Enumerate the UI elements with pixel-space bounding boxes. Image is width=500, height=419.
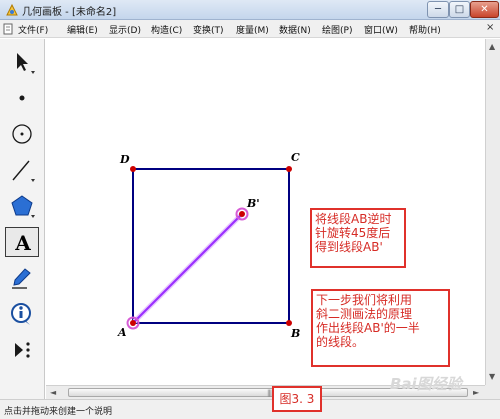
document-close-icon[interactable]: × xyxy=(486,22,494,33)
note-line: 的线段。 xyxy=(316,335,365,349)
marker-icon xyxy=(12,268,31,289)
tool-marker[interactable] xyxy=(5,263,39,293)
status-text: 点击并拖动来创建一个说明 xyxy=(4,407,113,417)
tool-point[interactable] xyxy=(5,83,39,113)
menu-graph[interactable]: 绘图(P) xyxy=(322,23,352,36)
note-line: 斜二测画法的原理 xyxy=(316,307,413,321)
label-b-prime[interactable]: B' xyxy=(246,197,260,210)
note-line: 作出线段AB'的一半 xyxy=(316,321,420,335)
scroll-right-arrow-icon[interactable]: ► xyxy=(473,388,479,397)
title-bar: 几何画板 - [未命名2] ─ □ ✕ xyxy=(0,0,500,20)
tool-text[interactable]: A xyxy=(5,227,39,257)
information-icon xyxy=(11,303,31,325)
menu-window[interactable]: 窗口(W) xyxy=(364,23,398,36)
point-b[interactable] xyxy=(286,320,292,326)
tool-custom[interactable] xyxy=(5,335,39,365)
point-d[interactable] xyxy=(130,166,136,172)
tool-straightedge[interactable] xyxy=(5,155,39,185)
tool-polygon[interactable] xyxy=(5,191,39,221)
minimize-button[interactable]: ─ xyxy=(427,1,449,18)
menu-display[interactable]: 显示(D) xyxy=(109,23,141,36)
watermark: Bai图经验 xyxy=(390,375,462,393)
note-line: 针旋转45度后 xyxy=(315,226,391,240)
vertical-scrollbar[interactable]: ▲ ▼ xyxy=(485,39,500,385)
menu-edit[interactable]: 编辑(E) xyxy=(67,23,98,36)
menu-data[interactable]: 数据(N) xyxy=(279,23,311,36)
status-bar: 点击并拖动来创建一个说明 xyxy=(0,399,500,419)
note-line: 下一步我们将利用 xyxy=(316,293,413,307)
menu-help[interactable]: 帮助(H) xyxy=(409,23,441,36)
segment-ab-prime[interactable] xyxy=(131,212,244,325)
menu-bar: 文件(F) 编辑(E) 显示(D) 构造(C) 变换(T) 度量(M) 数据(N… xyxy=(0,20,500,38)
menu-measure[interactable]: 度量(M) xyxy=(236,23,269,36)
maximize-button[interactable]: □ xyxy=(449,1,470,18)
scroll-down-arrow-icon[interactable]: ▼ xyxy=(489,372,495,381)
scroll-up-arrow-icon[interactable]: ▲ xyxy=(489,42,495,51)
caption-note-next-step[interactable]: 下一步我们将利用 斜二测画法的原理 作出线段AB'的一半 的线段。 xyxy=(311,289,450,367)
window-title: 几何画板 - [未命名2] xyxy=(22,7,117,18)
caption-note-rotation[interactable]: 将线段AB逆时 针旋转45度后 得到线段AB' xyxy=(310,208,406,268)
straightedge-icon xyxy=(12,160,35,182)
label-c[interactable]: C xyxy=(291,151,300,164)
text-icon: A xyxy=(15,231,31,255)
label-a[interactable]: A xyxy=(117,326,127,339)
point-c[interactable] xyxy=(286,166,292,172)
geometers-sketchpad-app-icon xyxy=(6,3,18,16)
scroll-grip-icon: ||| xyxy=(267,389,272,397)
label-b[interactable]: B xyxy=(290,327,300,340)
point-icon xyxy=(19,95,25,101)
menu-construct[interactable]: 构造(C) xyxy=(151,23,182,36)
menu-transform[interactable]: 变换(T) xyxy=(193,23,224,36)
polygon-icon xyxy=(11,195,35,218)
figure-label: 图3. 3 xyxy=(272,386,322,412)
point-b-prime[interactable] xyxy=(239,211,245,217)
scroll-corner xyxy=(485,385,500,399)
sketch-canvas[interactable]: D C B A B' 将线段AB逆时 针旋转45度后 得到线段AB' 下一步我们… xyxy=(46,39,485,385)
scroll-left-arrow-icon[interactable]: ◄ xyxy=(50,388,56,397)
tool-information[interactable] xyxy=(5,299,39,329)
label-d[interactable]: D xyxy=(119,153,130,166)
point-a[interactable] xyxy=(130,320,136,326)
compass-icon xyxy=(12,124,32,144)
arrow-select-icon xyxy=(17,53,35,74)
custom-tool-icon xyxy=(15,342,30,358)
tool-arrow[interactable] xyxy=(5,47,39,77)
toolbox: A xyxy=(0,39,45,403)
note-line: 得到线段AB' xyxy=(315,240,383,254)
menu-file[interactable]: 文件(F) xyxy=(18,23,48,36)
tool-compass[interactable] xyxy=(5,119,39,149)
note-line: 将线段AB逆时 xyxy=(315,212,392,226)
document-icon xyxy=(3,23,13,35)
close-button[interactable]: ✕ xyxy=(470,1,499,18)
